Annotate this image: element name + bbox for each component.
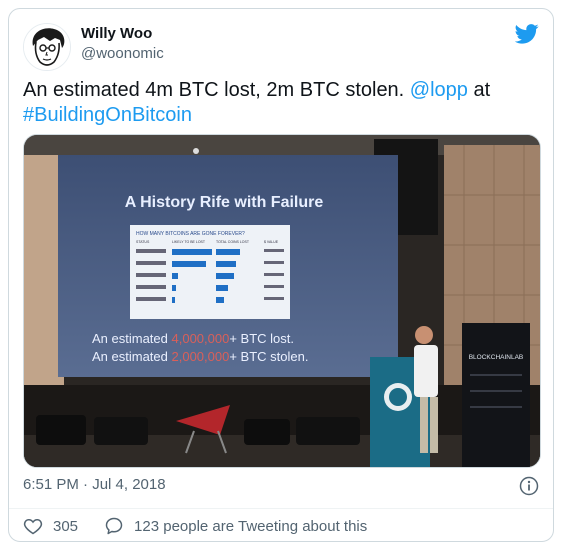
heart-icon <box>23 518 43 535</box>
tweet-actions: 305 123 people are Tweeting about this <box>23 515 367 537</box>
slide-lost-line: An estimated 4,000,000+ BTC lost. <box>92 331 294 346</box>
banner-text: BLOCKCHAINLAB <box>469 354 524 361</box>
slide-col-lost: LIKELY TO BE LOST <box>172 240 206 244</box>
tweeting-about-link[interactable]: 123 people are Tweeting about this <box>104 516 367 536</box>
tweet-text-part: An estimated 4m BTC lost, 2m BTC stolen. <box>23 79 410 101</box>
hashtag-link[interactable]: #BuildingOnBitcoin <box>23 104 192 126</box>
slide-stolen-suffix: + BTC stolen. <box>229 349 308 364</box>
tweet-text-part: at <box>467 79 491 101</box>
slide-title: A History Rife with Failure <box>125 194 324 211</box>
slide-col-value: $ VALUE <box>264 240 279 244</box>
tweet-text: An estimated 4m BTC lost, 2m BTC stolen.… <box>23 78 538 128</box>
author-handle[interactable]: @woonomic <box>81 45 164 62</box>
tweeting-about-label: 123 people are Tweeting about this <box>134 517 368 535</box>
avatar[interactable] <box>23 23 71 71</box>
mention-link[interactable]: @lopp <box>410 79 468 101</box>
slide-stolen-line: An estimated 2,000,000+ BTC stolen. <box>92 349 308 364</box>
twitter-bird-icon[interactable] <box>515 23 539 45</box>
slide-stolen-prefix: An estimated <box>92 349 172 364</box>
conference-photo: A History Rife with Failure HOW MANY BIT… <box>24 135 540 467</box>
slide-col-total: TOTAL COINS LOST <box>216 240 250 244</box>
avatar-cartoon <box>24 24 70 70</box>
slide-table-title: HOW MANY BITCOINS ARE GONE FOREVER? <box>136 231 245 237</box>
slide-col-status: STATUS <box>136 240 150 244</box>
speech-bubble-icon <box>105 517 123 535</box>
slide-lost-number: 4,000,000 <box>172 331 230 346</box>
like-count: 305 <box>53 517 79 535</box>
slide-stolen-number: 2,000,000 <box>172 349 230 364</box>
slide-lost-suffix: + BTC lost. <box>229 331 294 346</box>
slide-lost-prefix: An estimated <box>92 331 172 346</box>
tweet-card: Willy Woo @woonomic An estimated 4m BTC … <box>8 8 554 542</box>
tweet-photo[interactable]: A History Rife with Failure HOW MANY BIT… <box>23 134 541 468</box>
author-name[interactable]: Willy Woo <box>81 25 152 42</box>
tweet-timestamp[interactable]: 6:51 PM · Jul 4, 2018 <box>23 476 166 493</box>
divider <box>9 508 553 509</box>
like-button[interactable]: 305 <box>23 516 78 536</box>
info-icon[interactable] <box>519 476 539 496</box>
